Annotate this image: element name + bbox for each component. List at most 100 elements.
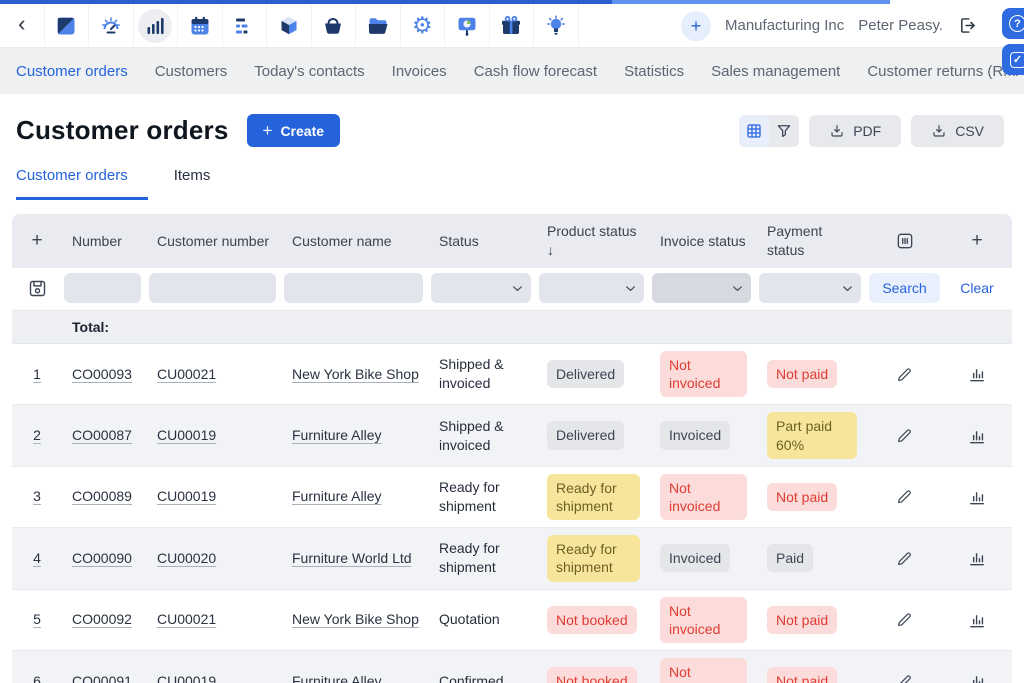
order-number-link[interactable]: CO00092 [72, 611, 132, 627]
edit-button[interactable] [895, 426, 914, 445]
pencil-icon [895, 426, 914, 445]
calendar-icon[interactable] [178, 4, 223, 47]
logo-icon[interactable] [45, 4, 90, 47]
edit-button[interactable] [895, 549, 914, 568]
filter-view-button[interactable] [769, 115, 799, 147]
edit-button[interactable] [895, 365, 914, 384]
column-header-customer-name[interactable]: Customer name [282, 224, 429, 259]
edit-button[interactable] [895, 610, 914, 629]
customer-number-filter-input[interactable] [149, 273, 276, 303]
gift-icon[interactable] [490, 4, 535, 47]
create-button[interactable]: + Create [247, 114, 341, 147]
order-number-link[interactable]: CO00087 [72, 427, 132, 443]
payment-status-filter-select[interactable] [759, 273, 861, 303]
row-number-link[interactable]: 2 [33, 427, 41, 443]
customer-number-link[interactable]: CU00021 [157, 366, 216, 382]
column-header-payment-status[interactable]: Payment status [757, 214, 867, 268]
row-stats-button[interactable] [967, 548, 987, 568]
nav-item-0[interactable]: Customer orders [16, 63, 128, 80]
payment-status-badge: Part paid 60% [767, 412, 857, 458]
toolbar-icons: ‹⚙ [0, 4, 579, 47]
customer-number-link[interactable]: CU00019 [157, 427, 216, 443]
column-header-status[interactable]: Status [429, 224, 537, 259]
main-toolbar: ‹⚙ + Manufacturing Inc Peter Peasy. [0, 4, 1024, 48]
presentation-icon[interactable] [445, 4, 490, 47]
column-header-invoice-status[interactable]: Invoice status [650, 224, 757, 259]
order-number-link[interactable]: CO00090 [72, 550, 132, 566]
row-stats-button[interactable] [967, 364, 987, 384]
row-stats-button[interactable] [967, 610, 987, 630]
edit-button[interactable] [895, 487, 914, 506]
order-number-link[interactable]: CO00093 [72, 366, 132, 382]
customer-name-link[interactable]: New York Bike Shop [292, 611, 419, 627]
nav-item-4[interactable]: Cash flow forecast [474, 63, 597, 80]
nav-item-3[interactable]: Invoices [392, 63, 447, 80]
column-header-product-status[interactable]: Product status ↓ [537, 214, 650, 268]
bar-chart-icon[interactable] [134, 4, 179, 47]
customer-number-link[interactable]: CU00019 [157, 488, 216, 504]
column-header-customer-number[interactable]: Customer number [147, 224, 282, 259]
number-filter-input[interactable] [64, 273, 141, 303]
customer-number-link[interactable]: CU00020 [157, 550, 216, 566]
configure-columns-button[interactable] [867, 231, 942, 251]
row-number-link[interactable]: 3 [33, 488, 41, 504]
dashboard-icon[interactable] [89, 4, 134, 47]
table-body: 1 CO00093 CU00021 New York Bike Shop Shi… [12, 344, 1012, 683]
column-header-number[interactable]: Number [62, 224, 147, 259]
add-row-button[interactable]: + [12, 230, 62, 252]
row-stats-button[interactable] [967, 671, 987, 683]
nav-item-2[interactable]: Today's contacts [254, 63, 364, 80]
total-label: Total: [62, 311, 147, 343]
invoice-status-filter-select[interactable] [652, 273, 751, 303]
settings-icon[interactable]: ⚙ [401, 4, 446, 47]
edit-button[interactable] [895, 672, 914, 683]
customer-name-link[interactable]: Furniture Alley [292, 427, 381, 443]
invoice-status-badge: Not invoiced [660, 597, 747, 643]
pdf-export-button[interactable]: PDF [809, 115, 901, 147]
add-company-button[interactable]: + [681, 11, 711, 41]
row-stats-button[interactable] [967, 487, 987, 507]
tasks-button[interactable]: ✓ [1002, 44, 1024, 75]
nav-item-6[interactable]: Sales management [711, 63, 840, 80]
folder-icon[interactable] [356, 4, 401, 47]
customer-number-link[interactable]: CU00021 [157, 611, 216, 627]
row-number-link[interactable]: 5 [33, 611, 41, 627]
user-name[interactable]: Peter Peasy. [858, 17, 943, 34]
add-column-button[interactable]: + [942, 230, 1012, 252]
customer-name-link[interactable]: New York Bike Shop [292, 366, 419, 382]
back-icon[interactable]: ‹ [0, 4, 45, 47]
product-status-filter-select[interactable] [539, 273, 644, 303]
row-stats-button[interactable] [967, 426, 987, 446]
customer-name-filter-input[interactable] [284, 273, 423, 303]
nav-item-7[interactable]: Customer returns (RMAs) [867, 63, 1024, 80]
table-view-button[interactable] [739, 115, 769, 147]
help-button[interactable]: ? [1002, 8, 1024, 39]
inventory-icon[interactable] [267, 4, 312, 47]
tab-0[interactable]: Customer orders [16, 167, 148, 200]
payment-status-badge: Not paid [767, 606, 837, 634]
order-number-link[interactable]: CO00091 [72, 673, 132, 683]
customer-name-link[interactable]: Furniture Alley [292, 488, 381, 504]
order-status-text: Shipped & invoiced [429, 410, 537, 462]
clear-button[interactable]: Clear [960, 280, 993, 296]
ideas-icon[interactable] [534, 4, 579, 47]
customer-name-link[interactable]: Furniture Alley [292, 673, 381, 683]
order-number-link[interactable]: CO00089 [72, 488, 132, 504]
row-number-link[interactable]: 6 [33, 673, 41, 683]
basket-icon[interactable] [312, 4, 357, 47]
search-button[interactable]: Search [869, 273, 939, 303]
total-row: Total: [12, 310, 1012, 344]
customer-number-link[interactable]: CU00019 [157, 673, 216, 683]
csv-export-button[interactable]: CSV [911, 115, 1004, 147]
row-number-link[interactable]: 1 [33, 366, 41, 382]
nav-item-1[interactable]: Customers [155, 63, 228, 80]
status-filter-select[interactable] [431, 273, 531, 303]
pencil-icon [895, 365, 914, 384]
logout-button[interactable] [957, 15, 978, 36]
row-number-link[interactable]: 4 [33, 550, 41, 566]
save-filter-button[interactable] [27, 278, 48, 299]
nav-item-5[interactable]: Statistics [624, 63, 684, 80]
customer-name-link[interactable]: Furniture World Ltd [292, 550, 412, 566]
gantt-icon[interactable] [223, 4, 268, 47]
tab-1[interactable]: Items [174, 167, 211, 200]
